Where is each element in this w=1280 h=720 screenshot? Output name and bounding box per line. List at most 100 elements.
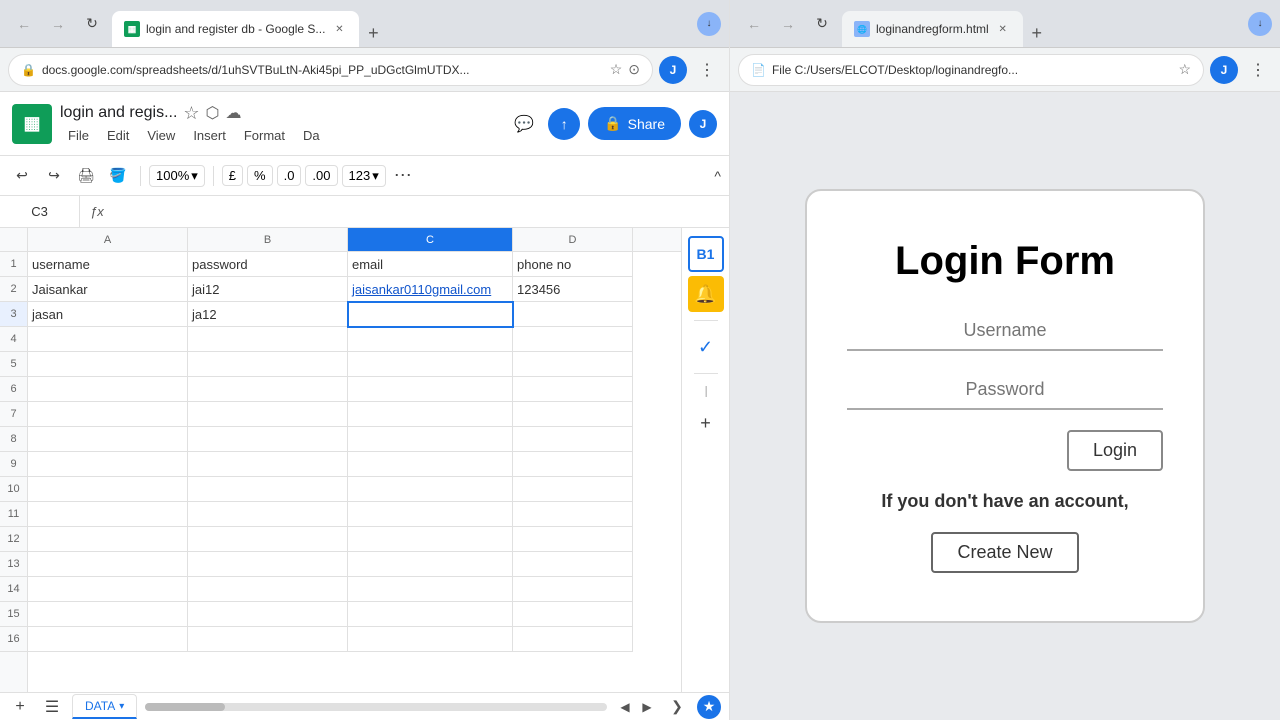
cell-d5[interactable] [513, 352, 633, 377]
right-active-tab[interactable]: 🌐 loginandregform.html ✕ [842, 11, 1023, 47]
cell-c5[interactable] [348, 352, 513, 377]
login-button[interactable]: Login [1067, 430, 1163, 471]
cell-b6[interactable] [188, 377, 348, 402]
cell-a13[interactable] [28, 552, 188, 577]
cell-d8[interactable] [513, 427, 633, 452]
cell-b11[interactable] [188, 502, 348, 527]
cell-a10[interactable] [28, 477, 188, 502]
menu-view[interactable]: View [139, 126, 183, 145]
cell-d11[interactable] [513, 502, 633, 527]
share-button[interactable]: 🔒 Share [588, 107, 681, 140]
right-reload-button[interactable]: ↻ [806, 8, 838, 40]
right-tab-close-button[interactable]: ✕ [995, 21, 1011, 37]
cell-a5[interactable] [28, 352, 188, 377]
right-more-menu-button[interactable]: ⋮ [1244, 56, 1272, 84]
username-input[interactable] [847, 312, 1163, 351]
active-tab[interactable]: ▦ login and register db - Google S... ✕ [112, 11, 359, 47]
cell-c14[interactable] [348, 577, 513, 602]
cell-b4[interactable] [188, 327, 348, 352]
cell-b1[interactable]: password [188, 252, 348, 277]
right-profile-avatar[interactable]: J [1210, 56, 1238, 84]
cell-c10[interactable] [348, 477, 513, 502]
scroll-left-button[interactable]: ◀ [615, 697, 635, 717]
cell-c12[interactable] [348, 527, 513, 552]
cell-d13[interactable] [513, 552, 633, 577]
cell-d2[interactable]: 123456 [513, 277, 633, 302]
cell-b7[interactable] [188, 402, 348, 427]
col-header-d[interactable]: D [513, 228, 633, 251]
star-document-icon[interactable]: ☆ [183, 103, 199, 124]
col-header-b[interactable]: B [188, 228, 348, 251]
cell-c4[interactable] [348, 327, 513, 352]
zoom-selector[interactable]: 100% ▾ [149, 165, 205, 187]
drive-icon[interactable]: ⬡ [206, 103, 220, 123]
cell-b2[interactable]: jai12 [188, 277, 348, 302]
cell-b9[interactable] [188, 452, 348, 477]
cell-c1[interactable]: email [348, 252, 513, 277]
cell-a11[interactable] [28, 502, 188, 527]
cell-a15[interactable] [28, 602, 188, 627]
cell-a9[interactable] [28, 452, 188, 477]
sheets-list-button[interactable]: ☰ [40, 695, 64, 719]
sheet-tab-data[interactable]: DATA ▾ [72, 694, 137, 719]
cell-d12[interactable] [513, 527, 633, 552]
cell-d16[interactable] [513, 627, 633, 652]
menu-file[interactable]: File [60, 126, 97, 145]
cell-b16[interactable] [188, 627, 348, 652]
menu-format[interactable]: Format [236, 126, 293, 145]
cell-d9[interactable] [513, 452, 633, 477]
cell-d14[interactable] [513, 577, 633, 602]
extensions-icon[interactable]: B1 [688, 236, 724, 272]
cell-b12[interactable] [188, 527, 348, 552]
scroll-right-button[interactable]: ▶ [637, 697, 657, 717]
col-header-c[interactable]: C [348, 228, 513, 251]
cell-a1[interactable]: username [28, 252, 188, 277]
right-forward-button[interactable]: → [772, 8, 804, 40]
cell-b14[interactable] [188, 577, 348, 602]
bookmark-icon[interactable]: ⊙ [628, 61, 640, 78]
expand-panels-button[interactable]: ❯ [665, 695, 689, 719]
add-sheet-button[interactable]: + [8, 695, 32, 719]
col-header-a[interactable]: A [28, 228, 188, 251]
forward-button[interactable]: → [42, 8, 74, 40]
undo-button[interactable]: ↩ [8, 162, 36, 190]
back-button[interactable]: ← [8, 8, 40, 40]
create-new-button[interactable]: Create New [931, 532, 1078, 573]
currency-button[interactable]: £ [222, 165, 243, 186]
percent-button[interactable]: % [247, 165, 273, 186]
decimal-decrease-button[interactable]: .0 [277, 165, 302, 186]
cell-b5[interactable] [188, 352, 348, 377]
cell-c2[interactable]: jaisankar0110gmail.com [348, 277, 513, 302]
menu-data[interactable]: Da [295, 126, 328, 145]
right-back-button[interactable]: ← [738, 8, 770, 40]
cell-a7[interactable] [28, 402, 188, 427]
menu-edit[interactable]: Edit [99, 126, 137, 145]
cell-b3[interactable]: ja12 [188, 302, 348, 327]
cell-b13[interactable] [188, 552, 348, 577]
comment-button[interactable]: 💬 [508, 108, 540, 140]
sheets-profile-avatar[interactable]: J [689, 110, 717, 138]
right-address-bar[interactable]: 📄 File C:/Users/ELCOT/Desktop/loginandre… [738, 54, 1204, 86]
decimal-increase-button[interactable]: .00 [305, 165, 337, 186]
add-sidebar-icon[interactable]: + [688, 405, 724, 441]
password-input[interactable] [847, 371, 1163, 410]
cell-a6[interactable] [28, 377, 188, 402]
explore-button[interactable]: ★ [697, 695, 721, 719]
cell-reference-box[interactable]: C3 [0, 196, 80, 227]
check-icon[interactable]: ✓ [688, 329, 724, 365]
right-bookmark-star-icon[interactable]: ☆ [1178, 61, 1191, 78]
tab-close-button[interactable]: ✕ [331, 21, 347, 37]
cell-c15[interactable] [348, 602, 513, 627]
cell-d1[interactable]: phone no [513, 252, 633, 277]
cell-a4[interactable] [28, 327, 188, 352]
reload-button[interactable]: ↻ [76, 8, 108, 40]
cell-a14[interactable] [28, 577, 188, 602]
right-new-tab-button[interactable]: + [1023, 19, 1051, 47]
cell-a2[interactable]: Jaisankar [28, 277, 188, 302]
number-format-button[interactable]: 123 ▾ [342, 165, 386, 187]
cell-c7[interactable] [348, 402, 513, 427]
horizontal-scrollbar[interactable] [145, 703, 607, 711]
more-options-button[interactable]: ⋯ [390, 165, 416, 186]
collapse-toolbar-button[interactable]: ^ [714, 168, 721, 184]
bookmark-star-icon[interactable]: ☆ [610, 61, 623, 78]
